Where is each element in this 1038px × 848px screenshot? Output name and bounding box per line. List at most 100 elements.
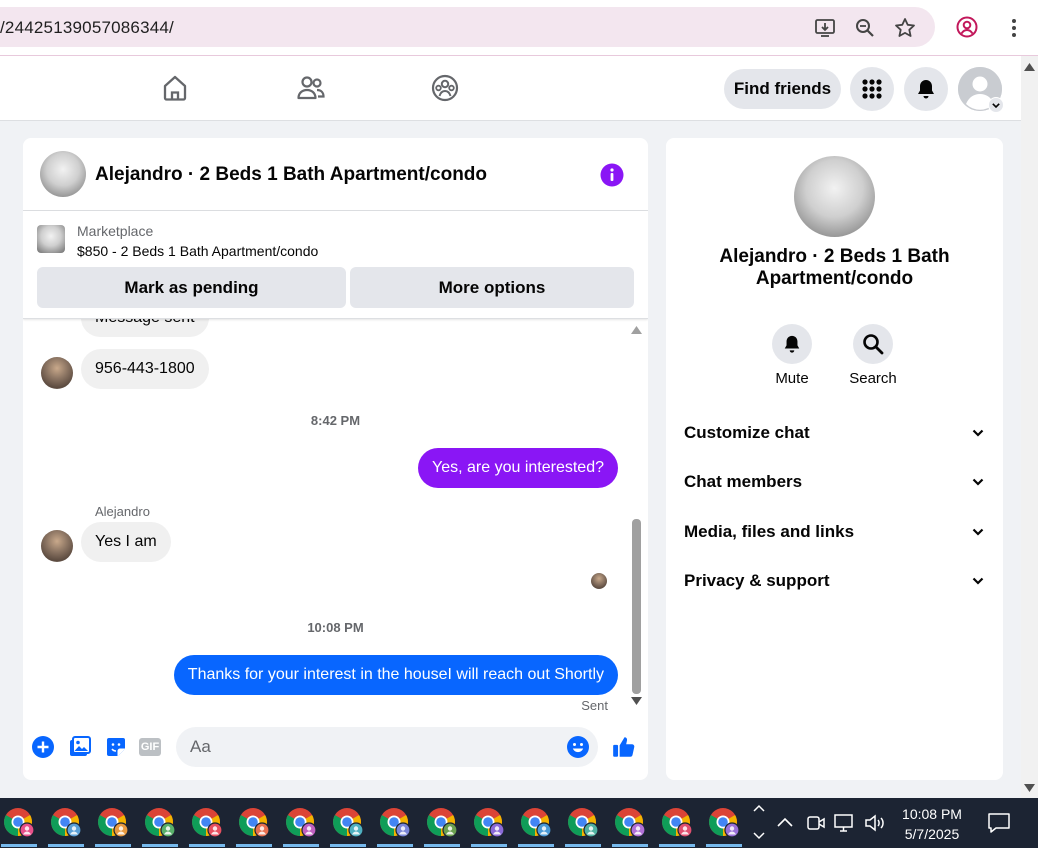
groups-icon[interactable] <box>430 73 460 103</box>
message-input[interactable] <box>176 727 598 767</box>
zoom-icon[interactable] <box>853 16 877 40</box>
menu-button[interactable] <box>850 67 894 111</box>
active-window-indicator <box>565 844 601 847</box>
chevron-up-icon[interactable] <box>753 804 765 812</box>
message-bubble-outgoing[interactable]: Yes, are you interested? <box>418 448 618 488</box>
message-bubble[interactable]: Yes I am <box>81 522 171 562</box>
page-scrollbar[interactable] <box>1021 56 1038 798</box>
chrome-window-icon[interactable] <box>96 806 130 840</box>
url-text[interactable]: /24425139057086344/ <box>0 18 174 38</box>
active-window-indicator <box>706 844 742 847</box>
scroll-up-icon[interactable] <box>1024 63 1035 71</box>
taskbar-time: 10:08 PM <box>902 806 962 822</box>
chrome-window-icon[interactable] <box>284 806 318 840</box>
chevron-down-icon <box>988 97 1004 113</box>
friends-icon[interactable] <box>296 73 326 103</box>
search-label: Search <box>849 370 897 387</box>
message-composer: GIF <box>23 718 648 780</box>
find-friends-button[interactable]: Find friends <box>724 69 841 109</box>
photo-icon[interactable] <box>68 735 92 759</box>
gif-button[interactable]: GIF <box>139 738 161 756</box>
chrome-window-icon[interactable] <box>566 806 600 840</box>
section-label: Privacy & support <box>684 571 830 590</box>
listing-thumbnail[interactable] <box>37 225 65 253</box>
listing-price-title[interactable]: $850 - 2 Beds 1 Bath Apartment/condo <box>77 243 318 259</box>
search-button[interactable] <box>853 324 893 364</box>
chat-scrollbar[interactable] <box>629 324 644 710</box>
chrome-window-icon[interactable] <box>49 806 83 840</box>
chevron-down-icon <box>972 528 984 536</box>
account-button[interactable] <box>958 67 1004 113</box>
chat-members-section[interactable]: Chat members <box>674 460 995 504</box>
home-icon[interactable] <box>160 73 190 103</box>
chrome-window-icon[interactable] <box>237 806 271 840</box>
taskbar-date: 5/7/2025 <box>904 826 960 842</box>
active-window-indicator <box>424 844 460 847</box>
message-bubble[interactable]: 956-443-1800 <box>81 349 209 389</box>
mute-button[interactable] <box>772 324 812 364</box>
chrome-window-icon[interactable] <box>143 806 177 840</box>
chrome-window-icon[interactable] <box>190 806 224 840</box>
chrome-window-icon[interactable] <box>378 806 412 840</box>
active-window-indicator <box>518 844 554 847</box>
chat-header: Alejandro · 2 Beds 1 Bath Apartment/cond… <box>23 138 648 211</box>
notification-center-icon[interactable] <box>987 811 1011 835</box>
network-icon[interactable] <box>834 813 856 833</box>
info-icon[interactable] <box>600 163 624 187</box>
media-files-links-section[interactable]: Media, files and links <box>674 510 995 554</box>
section-label: Chat members <box>684 472 803 491</box>
thumbs-up-icon[interactable] <box>611 734 637 760</box>
message-bubble[interactable]: Message sent <box>81 319 209 337</box>
plus-circle-icon[interactable] <box>31 735 55 759</box>
active-window-indicator <box>189 844 225 847</box>
marketplace-listing-bar: Marketplace $850 - 2 Beds 1 Bath Apartme… <box>23 211 648 319</box>
mark-as-pending-button[interactable]: Mark as pending <box>37 267 346 308</box>
chrome-window-icon[interactable] <box>472 806 506 840</box>
active-window-indicator <box>236 844 272 847</box>
emoji-icon[interactable] <box>566 735 590 759</box>
more-options-button[interactable]: More options <box>350 267 634 308</box>
sender-name: Alejandro <box>95 504 150 519</box>
listing-avatar-large[interactable] <box>794 156 875 237</box>
customize-chat-section[interactable]: Customize chat <box>674 411 995 455</box>
bell-icon <box>784 335 800 353</box>
taskbar-clock[interactable]: 10:08 PM 5/7/2025 <box>893 804 971 844</box>
sticker-icon[interactable] <box>104 735 128 759</box>
active-window-indicator <box>471 844 507 847</box>
chrome-window-icon[interactable] <box>425 806 459 840</box>
bookmark-star-icon[interactable] <box>893 16 917 40</box>
sender-avatar[interactable] <box>41 530 73 562</box>
chrome-window-icon[interactable] <box>519 806 553 840</box>
scroll-up-icon[interactable] <box>631 326 642 334</box>
chat-scroll-thumb[interactable] <box>632 519 641 694</box>
chrome-window-icon[interactable] <box>613 806 647 840</box>
message-bubble-outgoing[interactable]: Thanks for your interest in the houseI w… <box>173 655 618 695</box>
chrome-window-icon[interactable] <box>331 806 365 840</box>
notifications-button[interactable] <box>904 67 948 111</box>
privacy-support-section[interactable]: Privacy & support <box>674 559 995 603</box>
active-window-indicator <box>142 844 178 847</box>
chrome-window-icon[interactable] <box>707 806 741 840</box>
message-list[interactable]: Message sent 956-443-1800 8:42 PM Yes, a… <box>23 319 648 714</box>
message-timestamp: 10:08 PM <box>307 620 364 635</box>
section-label: Media, files and links <box>684 522 855 541</box>
sender-avatar[interactable] <box>41 357 73 389</box>
browser-menu-icon[interactable] <box>1002 16 1026 40</box>
chat-title[interactable]: Alejandro · 2 Beds 1 Bath Apartment/cond… <box>95 164 487 186</box>
meet-now-icon[interactable] <box>806 813 826 833</box>
profile-icon[interactable] <box>955 15 979 39</box>
show-hidden-icons-icon[interactable] <box>776 815 794 829</box>
volume-icon[interactable] <box>864 813 886 833</box>
message-timestamp: 8:42 PM <box>310 413 361 428</box>
listing-avatar[interactable] <box>40 151 86 197</box>
chevron-down-icon[interactable] <box>753 832 765 840</box>
scroll-down-icon[interactable] <box>1024 784 1035 792</box>
chrome-window-icon[interactable] <box>660 806 694 840</box>
chevron-down-icon <box>972 478 984 486</box>
scroll-down-icon[interactable] <box>631 697 642 705</box>
taskbar-overflow[interactable] <box>750 798 768 848</box>
address-bar[interactable]: /24425139057086344/ <box>0 7 935 47</box>
install-app-icon[interactable] <box>813 16 837 40</box>
chrome-window-icon[interactable] <box>2 806 36 840</box>
active-window-indicator <box>95 844 131 847</box>
